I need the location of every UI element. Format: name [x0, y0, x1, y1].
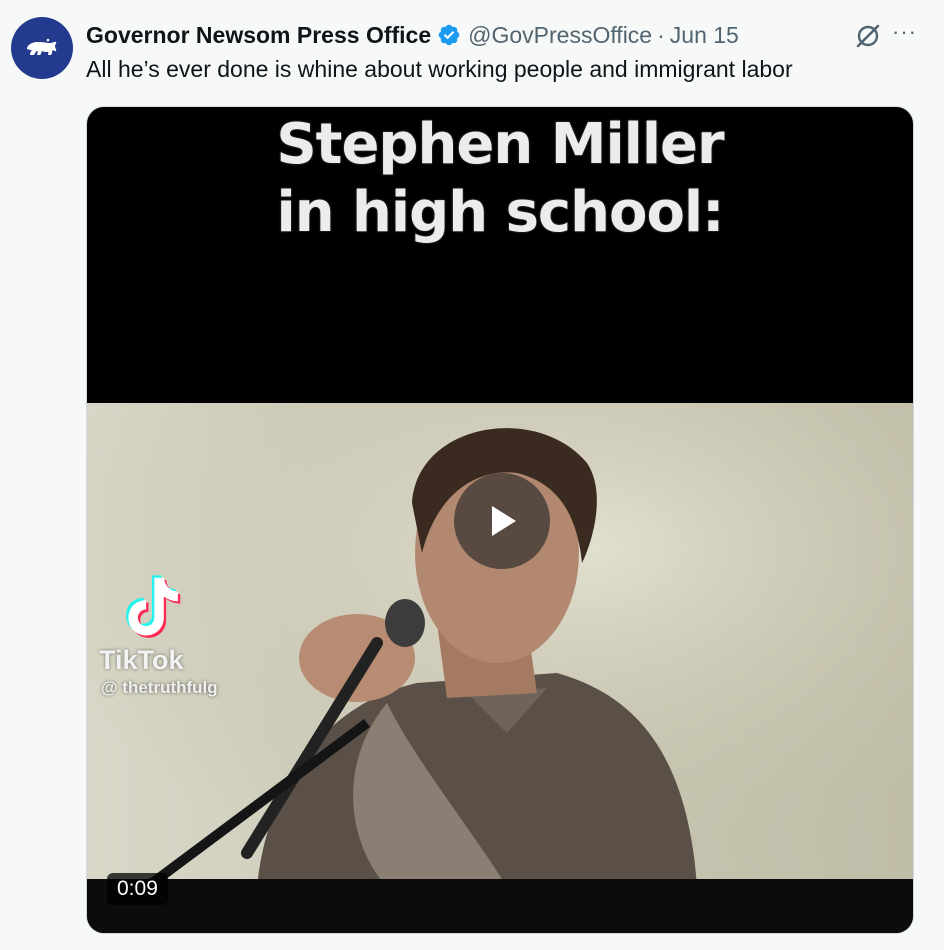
play-button[interactable]	[454, 473, 550, 569]
more-icon[interactable]: ···	[892, 21, 918, 50]
separator-dot: ·	[657, 21, 665, 48]
author-name[interactable]: Governor Newsom Press Office	[86, 22, 431, 49]
tweet-header: Governor Newsom Press Office @GovPressOf…	[86, 20, 924, 50]
play-icon	[492, 506, 516, 536]
video-letterbox	[87, 879, 913, 933]
tiktok-handle: @ thetruthfulg	[101, 678, 218, 697]
caption-line-1: Stephen Miller	[276, 112, 724, 177]
bear-avatar-icon	[27, 38, 57, 55]
video-caption: Stephen Miller in high school:	[87, 111, 913, 247]
video-duration: 0:09	[107, 873, 168, 905]
grok-icon[interactable]	[854, 22, 882, 50]
verified-badge-icon	[438, 24, 460, 46]
tiktok-watermark: TikTok	[99, 645, 184, 675]
tweet-date[interactable]: Jun 15	[670, 22, 739, 49]
caption-line-2: in high school:	[276, 180, 725, 245]
avatar[interactable]	[11, 17, 73, 79]
author-handle[interactable]: @GovPressOffice	[468, 22, 652, 49]
tiktok-logo-icon	[126, 575, 181, 638]
video-player[interactable]: Stephen Miller in high school: TikTok @ …	[86, 106, 914, 934]
tweet-text: All he’s ever done is whine about workin…	[86, 56, 793, 82]
